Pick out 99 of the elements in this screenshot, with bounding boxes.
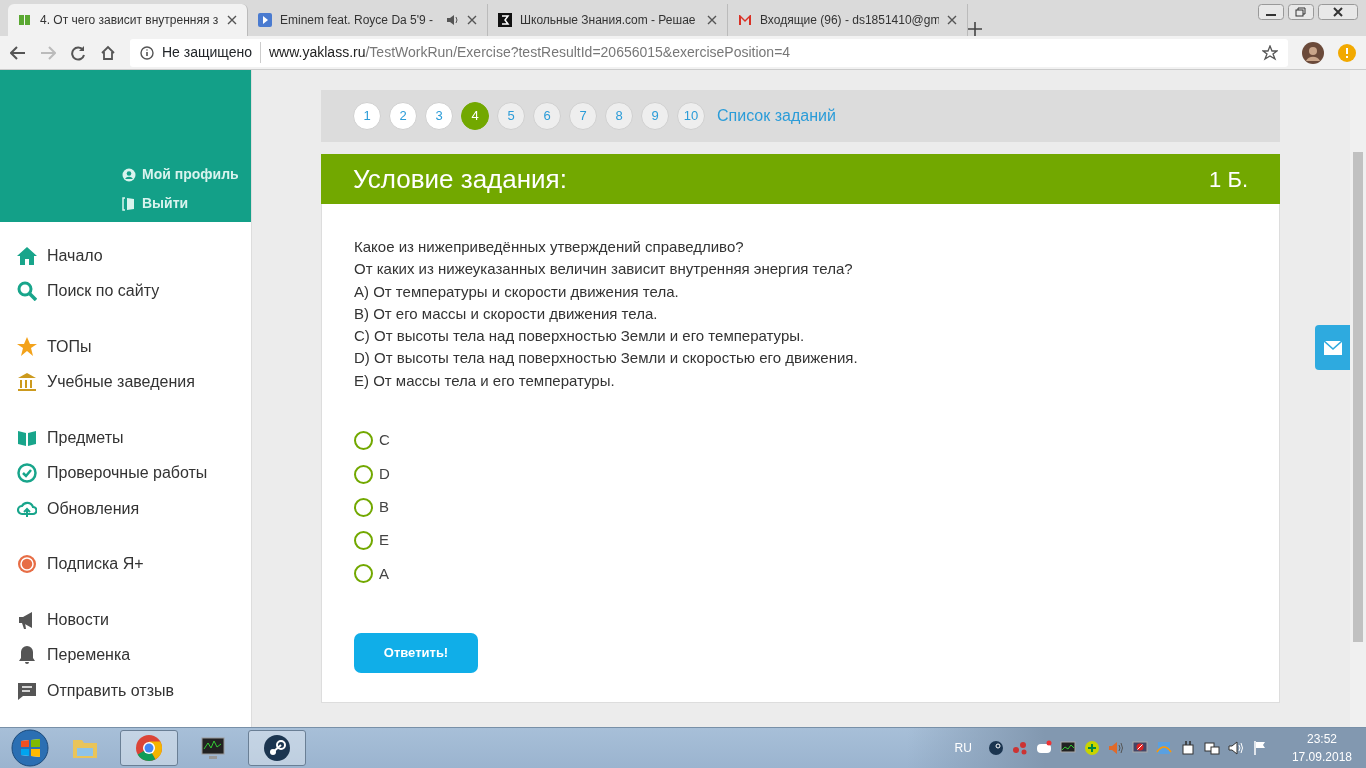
monitor-icon[interactable]: [1059, 740, 1076, 756]
page-number[interactable]: 8: [605, 102, 633, 130]
home-icon[interactable]: [100, 44, 116, 61]
tab-title: Школьные Знания.com - Решае: [520, 12, 697, 29]
mail-icon[interactable]: [1323, 340, 1342, 355]
steam-icon[interactable]: [987, 740, 1004, 756]
sidebar-item[interactable]: Начало: [0, 238, 251, 274]
chat-icon: [17, 680, 37, 701]
option-label: D: [379, 463, 390, 484]
close-icon[interactable]: [1318, 4, 1358, 20]
option-label: B: [379, 497, 389, 518]
task-list-link[interactable]: Список заданий: [717, 104, 836, 128]
sidebar-item[interactable]: Поиск по сайту: [0, 273, 251, 309]
sidebar-item[interactable]: Отправить отзыв: [0, 673, 251, 709]
clock-time[interactable]: 23:52: [1306, 730, 1337, 748]
star-icon: [17, 336, 37, 357]
play-icon: [258, 12, 272, 28]
question-text: E) От массы тела и его температуры.: [354, 370, 616, 391]
plus-circle-icon[interactable]: [1083, 740, 1100, 756]
page-icon: [18, 12, 32, 28]
browser-tab[interactable]: 4. От чего зависит внутренняя з: [8, 4, 248, 36]
badge-icon: [17, 554, 37, 575]
question-text: От каких из нижеуказанных величин зависит внутренняя энергия тела?: [354, 259, 854, 280]
network-icon[interactable]: [1203, 740, 1220, 756]
mail-icon: [738, 12, 752, 28]
option-label: A: [379, 563, 389, 584]
page-number[interactable]: 7: [569, 102, 597, 130]
url-text: www.yaklass.ru/TestWorkRun/Exercise?testResultId=20656015&exercisePosition=4: [260, 42, 791, 63]
question-text: B) От его массы и скорости движения тела.: [354, 303, 659, 324]
building-icon: [17, 372, 37, 393]
blocked-screen-icon[interactable]: [1131, 740, 1148, 756]
option-label: E: [379, 530, 389, 551]
sidebar-item[interactable]: Предметы: [0, 420, 251, 456]
start-button-icon[interactable]: [10, 729, 50, 767]
page-number[interactable]: 3: [425, 102, 453, 130]
page-number[interactable]: 5: [497, 102, 525, 130]
close-icon[interactable]: [227, 15, 237, 25]
page-number[interactable]: 1: [353, 102, 381, 130]
sidebar-item[interactable]: ТОПы: [0, 329, 251, 365]
question-text: Какое из нижеприведённых утверждений справедливо?: [354, 237, 745, 257]
tab-title: 4. От чего зависит внутренняя з: [40, 12, 219, 29]
info-icon: [140, 45, 154, 60]
question-text: C) От высоты тела над поверхностью Земли и его температуры.: [354, 326, 806, 347]
radio-button[interactable]: [354, 431, 373, 451]
submit-button[interactable]: Ответить!: [354, 632, 478, 673]
task-points: 1 Б.: [1209, 165, 1248, 194]
monitor-icon: [199, 734, 227, 762]
question-text: D) От высоты тела над поверхностью Земли и скоростью его движения.: [354, 348, 859, 369]
option-label: C: [379, 430, 390, 451]
home-icon: [17, 245, 37, 266]
search-icon: [17, 281, 37, 302]
sidebar-item[interactable]: Проверочные работы: [0, 455, 251, 491]
address-field[interactable]: Не защищено www.yaklass.ru/TestWorkRun/Exercise?testResultId=20656015&exercisePosition=4: [130, 38, 1288, 67]
minimize-icon[interactable]: [1258, 4, 1284, 20]
profile-link[interactable]: Мой профиль: [122, 164, 239, 185]
task-title: Условие задания:: [353, 162, 567, 196]
star-icon[interactable]: [1262, 44, 1278, 61]
bell-icon: [17, 645, 37, 666]
question-text: A) От температуры и скорости движения тела.: [354, 281, 680, 302]
reload-icon[interactable]: [70, 44, 86, 61]
avatar-icon[interactable]: [1302, 41, 1324, 64]
sidebar-item[interactable]: Обновления: [0, 491, 251, 527]
language-indicator[interactable]: RU: [954, 739, 972, 757]
close-icon[interactable]: [707, 15, 717, 25]
taskbar-app[interactable]: [248, 730, 306, 766]
clock-date[interactable]: 17.09.2018: [1291, 748, 1352, 766]
new-tab-icon[interactable]: [968, 22, 982, 36]
profile-link[interactable]: Выйти: [122, 193, 239, 214]
restore-icon[interactable]: [1288, 4, 1314, 20]
sidebar-item[interactable]: Переменка: [0, 637, 251, 673]
door-icon: [122, 196, 136, 211]
sidebar-item[interactable]: Новости: [0, 602, 251, 638]
person-icon: [122, 167, 136, 182]
volume-icon[interactable]: [1227, 740, 1244, 756]
tab-title: Входящие (96) - ds1851410@gm: [760, 12, 939, 29]
chrome-icon: [135, 734, 163, 762]
radio-button[interactable]: [354, 564, 373, 584]
scrollbar-thumb[interactable]: [1353, 152, 1363, 642]
radio-button[interactable]: [354, 497, 373, 517]
page-number[interactable]: 10: [677, 102, 705, 130]
tab-title: Eminem feat. Royce Da 5'9 -: [280, 12, 435, 29]
speaker-icon: [447, 14, 459, 26]
sidebar-item[interactable]: Учебные заведения: [0, 364, 251, 400]
back-icon[interactable]: [10, 45, 26, 60]
radio-button[interactable]: [354, 464, 373, 484]
close-icon[interactable]: [467, 15, 477, 25]
site-logo-icon: [498, 12, 512, 28]
close-icon[interactable]: [947, 15, 957, 25]
security-label: Не защищено: [162, 43, 252, 62]
page-number[interactable]: 2: [389, 102, 417, 130]
page-number[interactable]: 4: [461, 102, 489, 130]
sidebar-item[interactable]: Подписка Я+: [0, 546, 251, 582]
page-number[interactable]: 6: [533, 102, 561, 130]
radio-button[interactable]: [354, 531, 373, 551]
page-number[interactable]: 9: [641, 102, 669, 130]
flag-icon[interactable]: [1251, 740, 1268, 756]
steam-icon: [263, 734, 291, 762]
plug-icon[interactable]: [1179, 740, 1196, 756]
check-circle-icon: [17, 463, 37, 484]
